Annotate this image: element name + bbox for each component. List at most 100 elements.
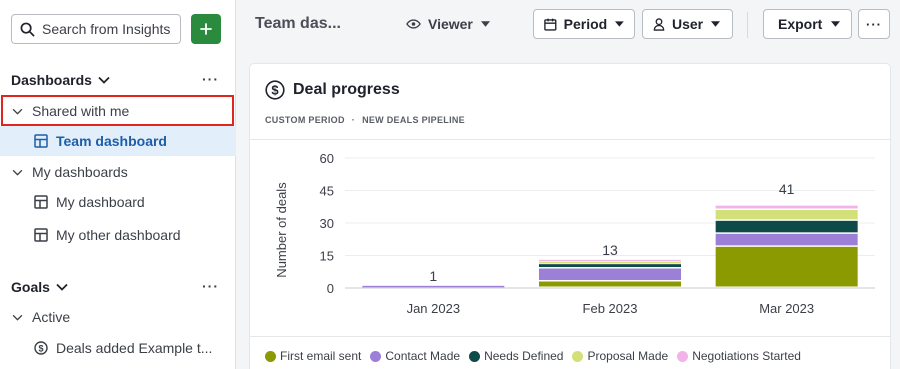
legend-item[interactable]: First email sent (265, 349, 361, 363)
custom-period-label: CUSTOM PERIOD (265, 115, 345, 125)
caret-down-icon (615, 21, 624, 27)
legend-item[interactable]: Negotiations Started (677, 349, 801, 363)
active-label: Active (32, 309, 71, 325)
legend-label: Needs Defined (484, 349, 564, 363)
my-dashboard-label: My dashboard (56, 194, 145, 210)
dollar-icon: $ (34, 341, 48, 355)
dashboard-icon (34, 195, 48, 209)
x-tick-label: Jan 2023 (407, 301, 461, 316)
user-label: User (672, 16, 704, 32)
legend-item[interactable]: Proposal Made (572, 349, 668, 363)
plus-icon (200, 23, 212, 35)
search-placeholder: Search from Insights (42, 21, 171, 37)
legend-label: Contact Made (385, 349, 461, 363)
more-label: ··· (866, 16, 882, 32)
search-icon (20, 22, 35, 36)
bar-segment (715, 246, 858, 287)
dashboard-icon (34, 228, 48, 242)
svg-text:$: $ (271, 83, 279, 98)
legend-swatch (677, 350, 689, 362)
y-tick-label: 30 (320, 216, 334, 231)
toolbar-divider (747, 12, 748, 38)
dashboards-more-button[interactable]: ··· (202, 71, 219, 87)
chevron-down-icon (12, 314, 23, 321)
svg-text:$: $ (38, 343, 43, 353)
goals-more-button[interactable]: ··· (202, 278, 219, 294)
bar-segment (539, 264, 681, 267)
y-tick-label: 45 (320, 184, 334, 199)
legend-swatch (370, 350, 382, 362)
dashboards-label: Dashboards (11, 72, 92, 88)
bar-total-label: 41 (779, 181, 795, 197)
y-axis-ticks: 0 15 30 45 60 (320, 151, 334, 296)
bar-segment (362, 285, 505, 288)
card-subtitle: CUSTOM PERIOD · NEW DEALS PIPELINE (265, 115, 465, 125)
bar-segment (715, 220, 858, 233)
legend-swatch (572, 350, 584, 362)
my-dashboards-label: My dashboards (32, 164, 128, 180)
highlight-box (1, 95, 234, 126)
bar-segment (539, 281, 681, 287)
y-tick-label: 0 (327, 281, 334, 296)
legend-label: First email sent (280, 349, 362, 363)
x-tick-label: Mar 2023 (759, 301, 814, 316)
add-button[interactable] (191, 14, 221, 44)
my-dashboards-group[interactable]: My dashboards (0, 157, 236, 187)
dashboard-icon (34, 134, 48, 148)
team-dashboard-label: Team dashboard (56, 133, 167, 149)
legend-item[interactable]: Needs Defined (469, 349, 563, 363)
caret-down-icon (480, 21, 490, 27)
chart-legend: First email sent Contact Made Needs Define… (265, 349, 810, 363)
caret-down-icon (711, 21, 721, 27)
legend-label: Negotiations Started (692, 349, 801, 363)
legend-divider (250, 336, 890, 337)
caret-down-icon (831, 21, 841, 27)
export-button[interactable]: Export (763, 9, 852, 39)
legend-label: Proposal Made (587, 349, 669, 363)
bar-segment (539, 268, 681, 280)
eye-icon (406, 19, 421, 29)
sidebar-item-my-dashboard[interactable]: My dashboard (0, 187, 236, 217)
active-goals-group[interactable]: Active (0, 302, 236, 332)
goals-section-header[interactable]: Goals (11, 279, 68, 295)
y-tick-label: 60 (320, 151, 334, 166)
subtitle-separator: · (351, 115, 356, 125)
pipeline-label: NEW DEALS PIPELINE (362, 115, 465, 125)
legend-swatch (265, 350, 276, 362)
period-label: Period (563, 16, 608, 32)
sidebar-item-my-other-dashboard[interactable]: My other dashboard (0, 220, 236, 250)
legend-item[interactable]: Contact Made (370, 349, 460, 363)
x-tick-label: Feb 2023 (583, 301, 638, 316)
viewer-label: Viewer (428, 16, 473, 32)
deal-progress-card: $ Deal progress CUSTOM PERIOD · NEW DEAL… (250, 64, 890, 369)
x-axis-ticks: Jan 2023 Feb 2023 Mar 2023 (407, 301, 815, 316)
chevron-down-icon (98, 76, 110, 84)
goals-label: Goals (11, 279, 50, 295)
deal-progress-chart: 0 15 30 45 60 1 13 41 Jan 2023 Feb 2023 Mar 2023… (274, 151, 875, 316)
bar-segment (715, 205, 858, 209)
card-title: Deal progress (293, 81, 400, 98)
dollar-icon: $ (265, 80, 285, 100)
search-input[interactable]: Search from Insights (11, 14, 181, 44)
user-button[interactable]: User (642, 9, 733, 39)
sidebar: Search from Insights Dashboards ··· Shar… (0, 0, 236, 369)
legend-swatch (469, 350, 481, 362)
y-axis-label: Number of deals (274, 182, 289, 278)
dashboards-section-header[interactable]: Dashboards (11, 72, 110, 88)
viewer-dropdown[interactable]: Viewer (406, 16, 490, 32)
card-header: $ Deal progress (265, 80, 400, 100)
bar-segment (539, 259, 681, 262)
bar-segment (539, 262, 681, 264)
sidebar-item-team-dashboard[interactable]: Team dashboard (0, 126, 236, 156)
goal-item-label: Deals added Example t... (56, 340, 213, 356)
calendar-icon (544, 18, 557, 31)
page-title: Team das... (255, 15, 341, 32)
bar-total-label: 1 (429, 268, 437, 284)
sidebar-item-goal[interactable]: $ Deals added Example t... (0, 333, 236, 363)
bar-segment (715, 233, 858, 246)
top-bar: Team das... Viewer Period User Export ··… (236, 0, 900, 50)
bar-segment (715, 210, 858, 220)
period-button[interactable]: Period (533, 9, 635, 39)
more-options-button[interactable]: ··· (858, 9, 890, 39)
my-other-dashboard-label: My other dashboard (56, 227, 181, 243)
